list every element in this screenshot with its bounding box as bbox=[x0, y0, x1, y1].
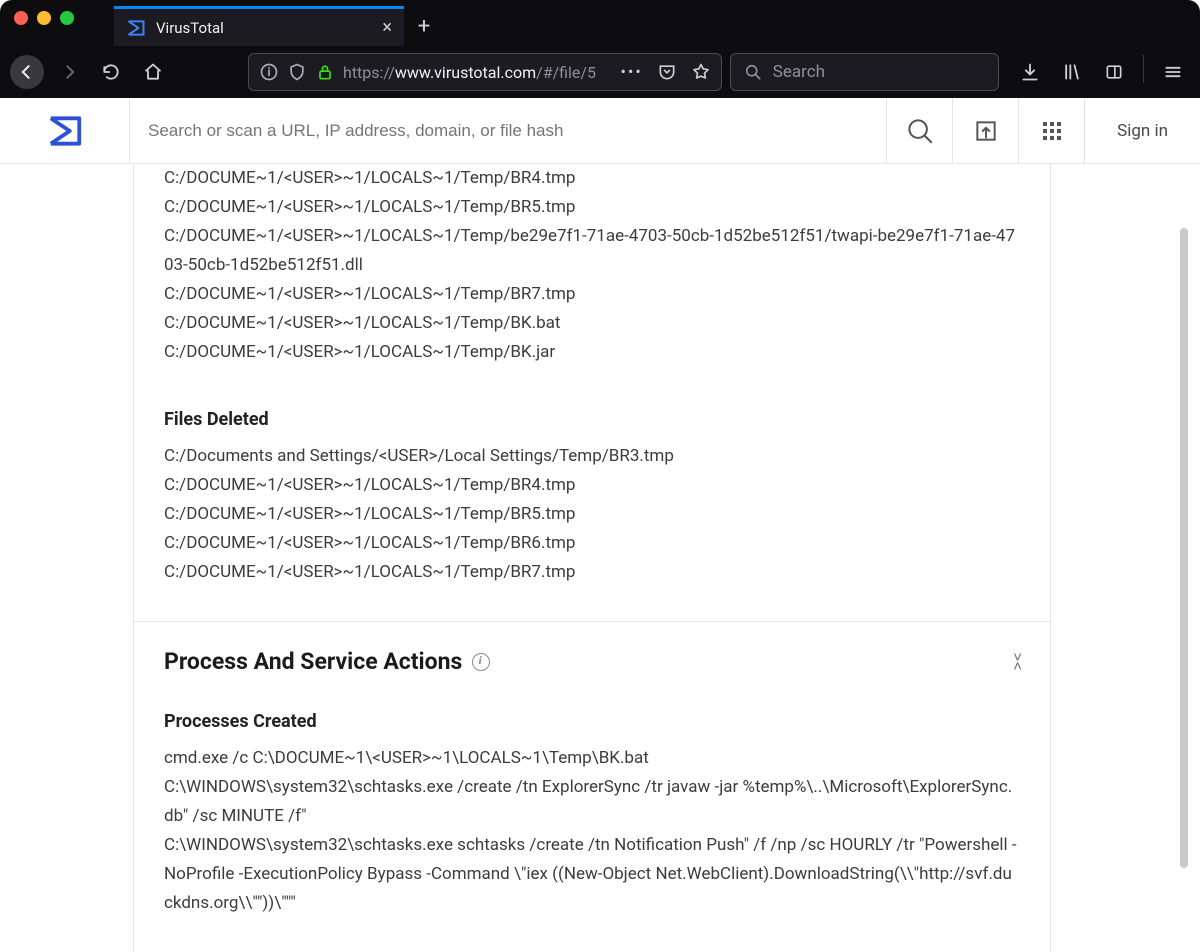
arrow-right-icon bbox=[59, 62, 79, 82]
files-deleted-heading: Files Deleted bbox=[164, 409, 1020, 430]
toolbar-right bbox=[1013, 55, 1190, 89]
processes-created-list: cmd.exe /c C:\DOCUME~1\<USER>~1\LOCALS~1… bbox=[164, 744, 1020, 952]
vt-search-input[interactable] bbox=[130, 98, 886, 163]
list-item: C:/DOCUME~1/<USER>~1/LOCALS~1/Temp/BR7.t… bbox=[164, 280, 1020, 309]
window-controls bbox=[14, 11, 74, 25]
titlebar: VirusTotal × + bbox=[0, 0, 1200, 46]
tab-title: VirusTotal bbox=[156, 19, 372, 37]
forward-button[interactable] bbox=[52, 55, 86, 89]
vt-logo[interactable] bbox=[0, 98, 130, 163]
list-item: cmd.exe /c C:\DOCUME~1\<USER>~1\LOCALS~1… bbox=[164, 744, 1020, 773]
section-title-text: Process And Service Actions bbox=[164, 648, 462, 675]
sidebar-icon bbox=[1104, 62, 1124, 82]
sigma-icon bbox=[46, 112, 84, 150]
vt-search-button[interactable] bbox=[886, 98, 952, 163]
vt-upload-button[interactable] bbox=[952, 98, 1018, 163]
tab-favicon-icon bbox=[126, 18, 146, 38]
more-icon[interactable]: ••• bbox=[621, 62, 643, 82]
chevron-up-icon: ˄ bbox=[1013, 662, 1020, 671]
pocket-icon[interactable] bbox=[657, 62, 677, 82]
lock-icon[interactable] bbox=[315, 62, 335, 82]
list-item: C:/DOCUME~1/<USER>~1/LOCALS~1/Temp/BR5.t… bbox=[164, 500, 1020, 529]
reload-button[interactable] bbox=[94, 55, 128, 89]
toolbar-separator bbox=[1143, 55, 1144, 83]
page: Sign in C:/DOCUME~1/<USER>~1/LOCALS~1/Te… bbox=[0, 98, 1200, 952]
list-item: C:/DOCUME~1/<USER>~1/LOCALS~1/Temp/BK.ba… bbox=[164, 309, 1020, 338]
library-icon bbox=[1062, 62, 1082, 82]
info-icon[interactable] bbox=[259, 62, 279, 82]
home-icon bbox=[143, 62, 163, 82]
window-minimize-button[interactable] bbox=[37, 11, 51, 25]
list-item: C:/DOCUME~1/<USER>~1/LOCALS~1/Temp/BR4.t… bbox=[164, 164, 1020, 193]
list-item: C:/DOCUME~1/<USER>~1/LOCALS~1/Temp/BR6.t… bbox=[164, 529, 1020, 558]
list-item: C:/DOCUME~1/<USER>~1/LOCALS~1/Temp/BK.ja… bbox=[164, 338, 1020, 367]
download-icon bbox=[1020, 62, 1040, 82]
sidebar-button[interactable] bbox=[1097, 55, 1131, 89]
library-button[interactable] bbox=[1055, 55, 1089, 89]
browser-toolbar: https://www.virustotal.com/#/file/5 ••• … bbox=[0, 46, 1200, 98]
back-button[interactable] bbox=[10, 55, 44, 89]
page-scrollbar-track[interactable] bbox=[1182, 98, 1190, 798]
list-item: C:\WINDOWS\system32\schtasks.exe /create… bbox=[164, 773, 1020, 831]
shield-icon[interactable] bbox=[287, 62, 307, 82]
search-icon bbox=[905, 116, 935, 146]
tab-close-button[interactable]: × bbox=[382, 17, 392, 38]
content: C:/DOCUME~1/<USER>~1/LOCALS~1/Temp/BR4.t… bbox=[0, 164, 1184, 952]
tab-virustotal[interactable]: VirusTotal × bbox=[114, 6, 404, 46]
collapse-toggle[interactable]: ˅ ˄ bbox=[1013, 653, 1020, 671]
info-icon[interactable] bbox=[472, 653, 490, 671]
vt-header: Sign in bbox=[0, 98, 1200, 164]
vt-apps-button[interactable] bbox=[1018, 98, 1084, 163]
hamburger-icon bbox=[1163, 62, 1183, 82]
list-item: C:/DOCUME~1/<USER>~1/LOCALS~1/Temp/BR5.t… bbox=[164, 193, 1020, 222]
process-actions-card: Process And Service Actions ˅ ˄ Processe… bbox=[133, 621, 1051, 952]
files-deleted-list: C:/Documents and Settings/<USER>/Local S… bbox=[164, 442, 1020, 621]
section-header: Process And Service Actions ˅ ˄ bbox=[164, 622, 1020, 685]
window-close-button[interactable] bbox=[14, 11, 28, 25]
list-item: C:/Documents and Settings/<USER>/Local S… bbox=[164, 442, 1020, 471]
arrow-left-icon bbox=[17, 62, 37, 82]
files-list-top: C:/DOCUME~1/<USER>~1/LOCALS~1/Temp/BR4.t… bbox=[164, 164, 1020, 401]
file-actions-card: C:/DOCUME~1/<USER>~1/LOCALS~1/Temp/BR4.t… bbox=[133, 164, 1051, 621]
search-icon bbox=[743, 62, 763, 82]
upload-icon bbox=[973, 118, 999, 144]
search-placeholder: Search bbox=[773, 62, 825, 82]
browser-chrome: VirusTotal × + https://www.virustotal.co… bbox=[0, 0, 1200, 98]
url-text: https://www.virustotal.com/#/file/5 bbox=[343, 63, 596, 82]
list-item: C:\WINDOWS\system32\schtasks.exe schtask… bbox=[164, 831, 1020, 918]
page-scrollbar-thumb[interactable] bbox=[1180, 228, 1188, 868]
downloads-button[interactable] bbox=[1013, 55, 1047, 89]
section-title: Process And Service Actions bbox=[164, 648, 490, 675]
tab-strip: VirusTotal × + bbox=[114, 0, 444, 46]
reload-icon bbox=[101, 62, 121, 82]
new-tab-button[interactable]: + bbox=[404, 6, 444, 46]
list-item: C:/DOCUME~1/<USER>~1/LOCALS~1/Temp/be29e… bbox=[164, 222, 1020, 280]
app-menu-button[interactable] bbox=[1156, 55, 1190, 89]
processes-created-heading: Processes Created bbox=[164, 711, 1020, 732]
home-button[interactable] bbox=[136, 55, 170, 89]
address-bar[interactable]: https://www.virustotal.com/#/file/5 ••• bbox=[248, 53, 722, 91]
window-zoom-button[interactable] bbox=[60, 11, 74, 25]
apps-grid-icon bbox=[1040, 119, 1064, 143]
list-item: C:/DOCUME~1/<USER>~1/LOCALS~1/Temp/BR4.t… bbox=[164, 471, 1020, 500]
list-item: C:/DOCUME~1/<USER>~1/LOCALS~1/Temp/BR7.t… bbox=[164, 558, 1020, 587]
bookmark-star-icon[interactable] bbox=[691, 62, 711, 82]
browser-search-bar[interactable]: Search bbox=[730, 53, 999, 91]
